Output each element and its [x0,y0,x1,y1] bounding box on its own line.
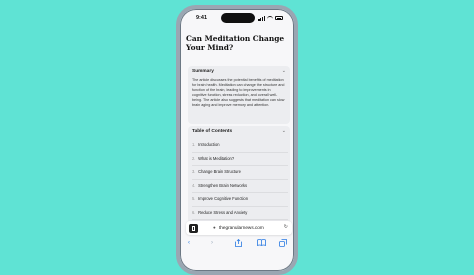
toc-item-number: 4. [192,182,196,188]
signal-icon [258,16,265,21]
wifi-icon [267,16,273,20]
bookmarks-icon[interactable] [257,239,266,246]
toc-item[interactable]: 6. Reduce Stress and Anxiety [192,207,288,220]
toc-item-label: Reduce Stress and Anxiety [198,209,248,215]
toc-item[interactable]: 2. What is Meditation? [192,153,288,166]
toc-item-number: 3. [192,169,196,174]
summary-text: The article discusses the potential bene… [192,78,285,108]
toc-item-number: 2. [192,155,196,161]
browser-toolbar: ‹ › [180,239,294,251]
toc-item[interactable]: 4. Strengthen Brain Networks [192,180,288,193]
dynamic-island [221,13,255,23]
phone-frame: 9:41 Can Meditation Change Your Mind? Su… [176,5,298,275]
address-bar[interactable]: ● thegranularnews.com ↻ [186,221,292,235]
tabs-icon[interactable] [279,239,287,247]
toc-item-number: 1. [192,142,196,147]
forward-icon[interactable]: › [211,239,213,247]
status-icons [258,16,283,21]
tab-overview-icon[interactable] [189,223,198,233]
toc-card[interactable]: Table of Contents ⌄ 1. Introduction 2. W… [188,126,290,234]
chevron-down-icon[interactable]: ⌄ [282,69,286,74]
back-icon[interactable]: ‹ [188,239,190,247]
share-icon[interactable] [235,239,242,247]
toc-item-label: What is Meditation? [198,155,235,161]
summary-card[interactable]: Summary ⌄ The article discusses the pote… [188,66,290,124]
battery-icon [275,16,283,21]
url-text[interactable]: thegranularnews.com [219,225,264,230]
toc-list: 1. Introduction 2. What is Meditation? 3… [192,139,288,234]
toc-heading: Table of Contents [192,129,233,134]
toc-item-label: Introduction [198,142,220,147]
toc-item[interactable]: 3. Change Brain Structure [192,166,288,180]
toc-item[interactable]: 1. Introduction [192,139,288,153]
reload-icon[interactable]: ↻ [284,224,288,230]
toc-item-number: 5. [192,196,196,201]
toc-item-label: Change Brain Structure [198,169,241,174]
lock-icon: ● [213,224,216,230]
toc-item-label: Improve Cognitive Function [198,196,248,201]
status-time: 9:41 [196,15,208,21]
chevron-down-icon[interactable]: ⌄ [282,129,286,134]
summary-heading: Summary [192,69,214,74]
toc-item[interactable]: 5. Improve Cognitive Function [192,193,288,207]
article-title: Can Meditation Change Your Mind? [186,34,285,52]
toc-item-number: 6. [192,209,196,215]
toc-item-label: Strengthen Brain Networks [198,182,248,188]
